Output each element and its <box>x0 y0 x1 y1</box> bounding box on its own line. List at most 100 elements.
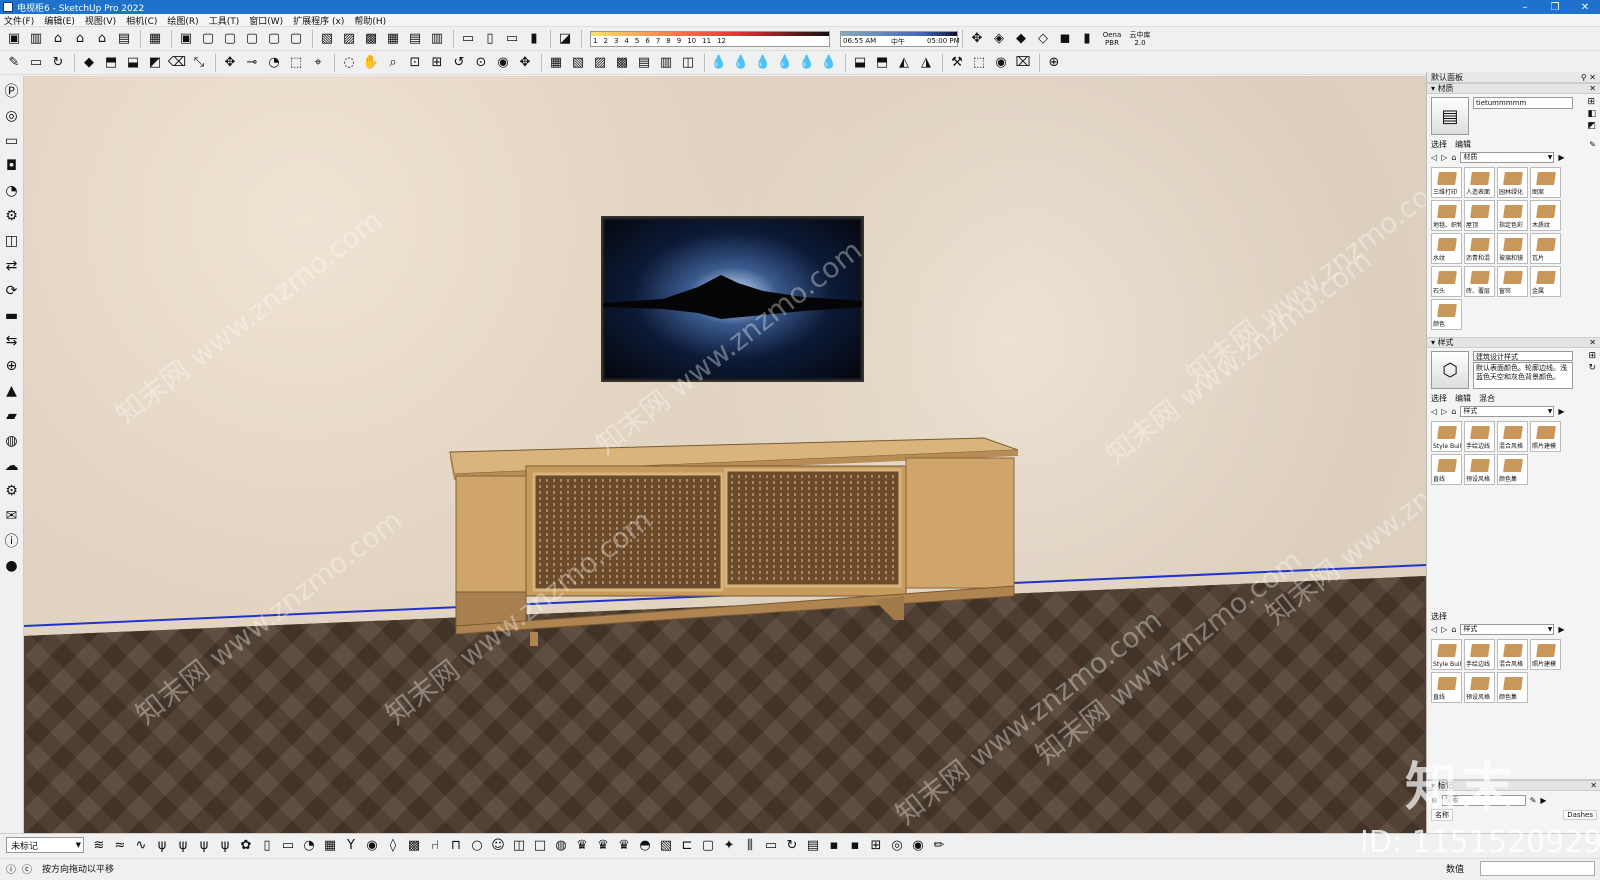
globe-icon[interactable]: ◉ <box>991 53 1011 73</box>
water-drop-icon[interactable]: 💧 <box>709 53 729 73</box>
menu-item-7[interactable]: 扩展程序 (x) <box>293 14 344 27</box>
sandbox-icon[interactable]: ▦ <box>546 53 566 73</box>
tab-mix[interactable]: 混合 <box>1479 393 1495 404</box>
menu-item-2[interactable]: 视图(V) <box>85 14 116 27</box>
save2-icon[interactable]: ▪ <box>846 836 864 854</box>
mix-style-thumbnail[interactable]: 预设风格 <box>1464 672 1495 703</box>
tab-edit[interactable]: 编辑 <box>1455 393 1471 404</box>
update-style-icon[interactable]: ↻ <box>1588 363 1596 373</box>
enscape-pbr-button[interactable]: Oena PBR <box>1099 29 1125 49</box>
wireframe-icon[interactable]: ▨ <box>339 29 359 49</box>
details-icon[interactable]: ▶ <box>1558 407 1564 416</box>
details-icon[interactable]: ▶ <box>1540 796 1546 805</box>
mix-library-dropdown[interactable]: 样式 ▼ <box>1460 623 1555 635</box>
material-thumbnail[interactable]: 三维打印 <box>1431 167 1462 198</box>
ruby-cube-icon[interactable]: ◼ <box>1055 29 1075 49</box>
settings-icon[interactable]: ⚙ <box>2 480 22 502</box>
position-camera-icon[interactable]: ⊙ <box>471 53 491 73</box>
close-section-icon[interactable]: ✕ <box>1589 84 1596 93</box>
component-icon[interactable]: ▣ <box>4 29 24 49</box>
eye-off-icon[interactable]: ◎ <box>888 836 906 854</box>
menu-item-5[interactable]: 工具(T) <box>209 14 240 27</box>
refresh-icon[interactable]: ↻ <box>783 836 801 854</box>
look-around-icon[interactable]: ◉ <box>493 53 513 73</box>
previous-icon[interactable]: ↺ <box>449 53 469 73</box>
section-display-icon[interactable]: ▯ <box>480 29 500 49</box>
xray-icon[interactable]: ▧ <box>317 29 337 49</box>
section-cut-icon[interactable]: ▭ <box>502 29 522 49</box>
style-library-dropdown[interactable]: 样式 ▼ <box>1460 405 1555 417</box>
tools-icon[interactable]: ⚒ <box>947 53 967 73</box>
style-name-field[interactable]: 建筑设计样式 <box>1473 351 1573 361</box>
palette-icon[interactable]: ▮ <box>1077 29 1097 49</box>
chair-icon[interactable]: ⑁ <box>426 836 444 854</box>
material-thumbnail[interactable]: 园林绿化 <box>1497 167 1528 198</box>
lightbulb-icon[interactable]: ◔ <box>2 180 22 202</box>
cube-stack-icon[interactable]: ▦ <box>145 29 165 49</box>
material-library-dropdown[interactable]: 材质 ▼ <box>1460 151 1555 163</box>
bulb-icon[interactable]: ◔ <box>300 836 318 854</box>
material-thumbnail[interactable]: 地毯、织物 <box>1431 200 1462 231</box>
style-thumbnail[interactable]: 预设风格 <box>1464 454 1495 485</box>
forward-icon[interactable]: ▷ <box>1441 407 1447 416</box>
frame-icon[interactable]: ▢ <box>699 836 717 854</box>
eyedropper-icon[interactable]: ✎ <box>1589 140 1596 149</box>
material-thumbnail[interactable]: 指定色彩 <box>1497 200 1528 231</box>
walk-icon[interactable]: ✥ <box>967 29 987 49</box>
style-description[interactable]: 默认表面颜色。轮廓边线。浅蓝色天空和灰色背景颜色。 <box>1473 361 1573 389</box>
mix-style-thumbnail[interactable]: 直线 <box>1431 672 1462 703</box>
style-thumbnail[interactable]: 颜色集 <box>1497 454 1528 485</box>
tags-section-header[interactable]: ▾ 标记 ✕ <box>1427 780 1600 791</box>
home-icon[interactable]: ⌂ <box>1451 625 1456 634</box>
mix-style-thumbnail[interactable]: 混合风格 <box>1497 639 1528 670</box>
record-icon[interactable]: ◎ <box>2 105 22 127</box>
tape-icon[interactable]: ⊸ <box>242 53 262 73</box>
menu-item-1[interactable]: 编辑(E) <box>44 14 75 27</box>
active-tag-dropdown[interactable]: 未标记 ▼ <box>6 837 84 853</box>
green-cycle-icon[interactable]: ⟳ <box>2 280 22 302</box>
home-icon[interactable]: ⌂ <box>1451 153 1456 162</box>
push-pull-icon[interactable]: ⬒ <box>101 53 121 73</box>
stamp-icon[interactable]: ▩ <box>612 53 632 73</box>
video-icon[interactable]: ▭ <box>2 130 22 152</box>
solid-split-icon[interactable]: ◮ <box>916 53 936 73</box>
3d-viewport[interactable]: 知末网 www.znzmo.com 知末网 www.znzmo.com 知末网 ww… <box>24 76 1426 833</box>
material-thumbnail[interactable]: 瓦片 <box>1530 233 1561 264</box>
purple-p-icon[interactable]: Ⓟ <box>2 80 22 102</box>
forward-icon[interactable]: ▷ <box>1441 153 1447 162</box>
grass3-icon[interactable]: ψ <box>195 836 213 854</box>
make-component-icon[interactable]: ⬚ <box>286 53 306 73</box>
credits-icon[interactable]: ⓒ <box>22 861 32 876</box>
pattern-icon[interactable]: ▧ <box>657 836 675 854</box>
follow-me-icon[interactable]: ⬓ <box>123 53 143 73</box>
geolocation-icon[interactable]: ⓘ <box>6 861 16 876</box>
back-icon[interactable]: ◁ <box>1431 625 1437 634</box>
front-icon[interactable]: ▢ <box>220 29 240 49</box>
style-thumbnail[interactable]: 直线 <box>1431 454 1462 485</box>
menu-item-3[interactable]: 相机(C) <box>126 14 157 27</box>
top-icon[interactable]: ▢ <box>198 29 218 49</box>
hidden-line-icon[interactable]: ▩ <box>361 29 381 49</box>
mix-style-thumbnail[interactable]: 颜色集 <box>1497 672 1528 703</box>
flip-edge-icon[interactable]: ◫ <box>678 53 698 73</box>
material-thumbnail[interactable]: 沥青和混 <box>1464 233 1495 264</box>
column-name[interactable]: 名称 <box>1431 809 1453 821</box>
envelope-icon[interactable]: ✉ <box>2 505 22 527</box>
material-thumbnail[interactable]: 水纹 <box>1431 233 1462 264</box>
scale-icon[interactable]: ⤡ <box>189 53 209 73</box>
stairs-icon[interactable]: ⊏ <box>678 836 696 854</box>
minimize-button[interactable]: – <box>1510 0 1540 14</box>
offset-icon[interactable]: ◩ <box>145 53 165 73</box>
materials-section-header[interactable]: ▾ 材质 ✕ <box>1427 83 1600 94</box>
walk-icon[interactable]: ✥ <box>515 53 535 73</box>
rectangle-icon[interactable]: ▭ <box>26 53 46 73</box>
material-thumbnail[interactable]: 砖、覆层 <box>1464 266 1495 297</box>
wave2-icon[interactable]: ≈ <box>111 836 129 854</box>
move-icon[interactable]: ✥ <box>220 53 240 73</box>
pencil-icon[interactable]: ✎ <box>1530 796 1537 805</box>
book-icon[interactable]: ▥ <box>26 29 46 49</box>
water-drop-4-icon[interactable]: 💧 <box>775 53 795 73</box>
right-icon[interactable]: ▢ <box>242 29 262 49</box>
cube-outline-icon[interactable]: ◫ <box>2 230 22 252</box>
bust-icon[interactable]: ◓ <box>636 836 654 854</box>
